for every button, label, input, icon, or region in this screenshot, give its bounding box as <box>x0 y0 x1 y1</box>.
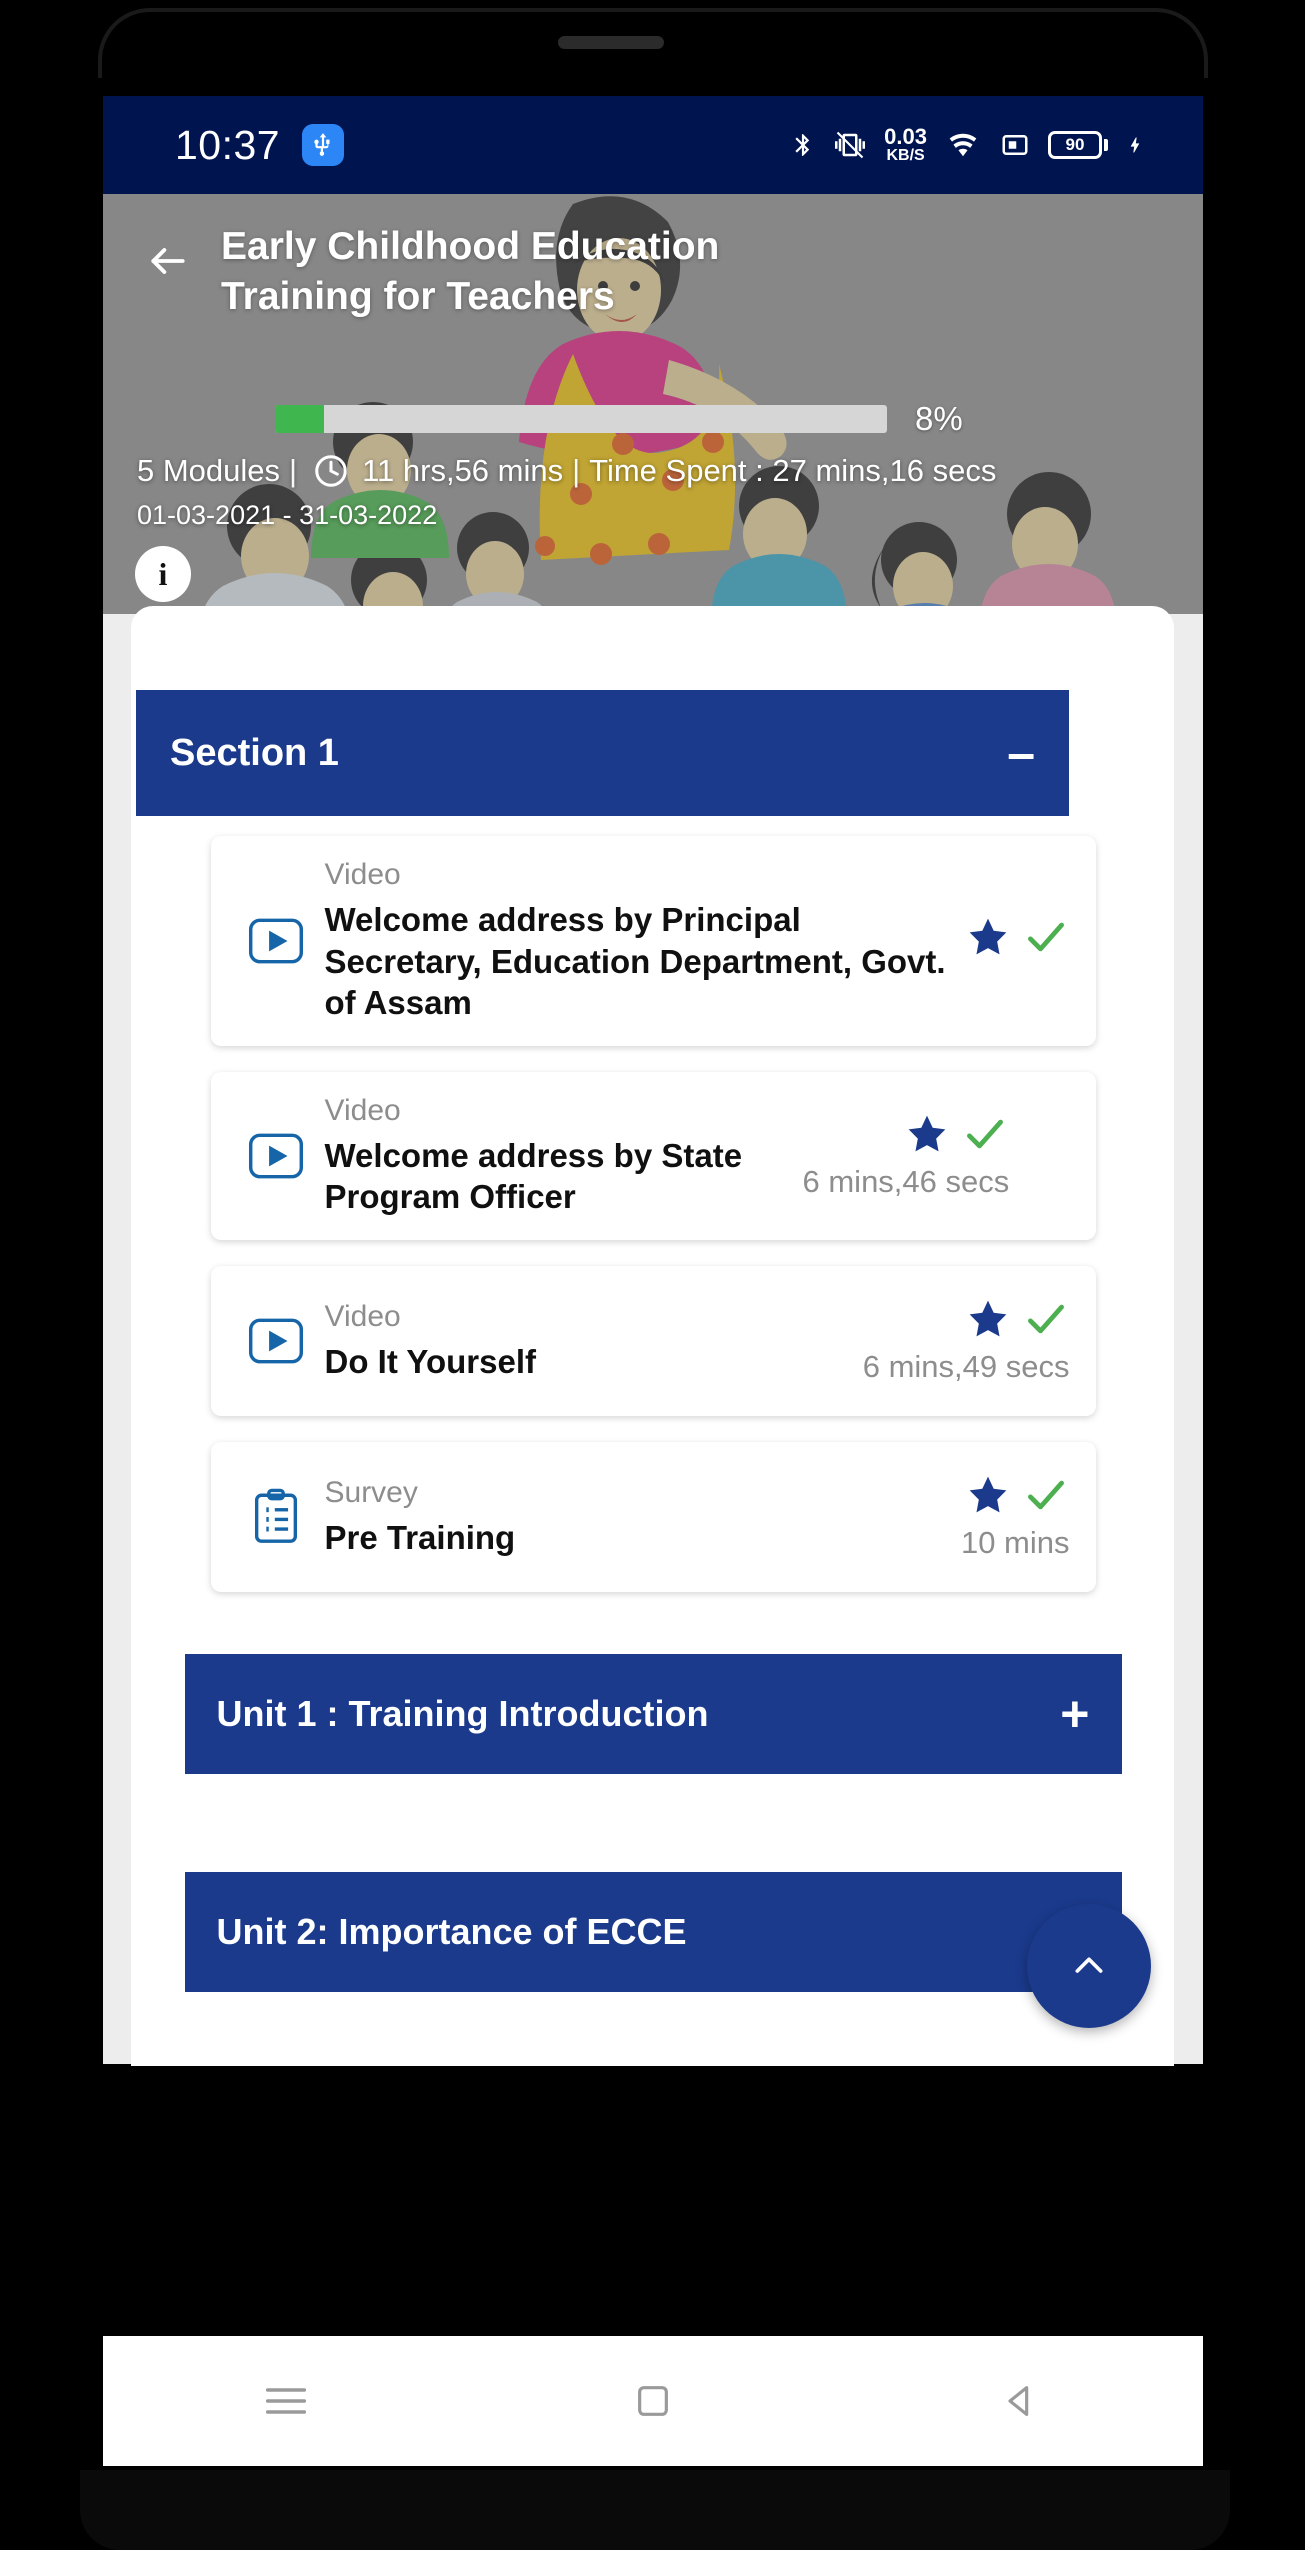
chevron-up-icon <box>1075 1957 1103 1973</box>
list-item-title: Do It Yourself <box>324 1342 536 1380</box>
progress-bar-fill <box>275 405 324 433</box>
hero-title-row: Early Childhood Education Training for T… <box>103 222 1203 321</box>
list-item-status <box>966 915 1070 967</box>
list-item-title: Welcome address by State Program Officer <box>324 1136 743 1216</box>
list-item-title: Pre Training <box>324 1518 516 1556</box>
star-icon[interactable] <box>966 1473 1010 1517</box>
list-item[interactable]: Video Welcome address by Principal Secre… <box>210 836 1096 1046</box>
section-collapse-icon[interactable]: – <box>1007 728 1035 778</box>
check-icon <box>1027 922 1064 952</box>
section-header[interactable]: Section 1 – <box>136 690 1069 816</box>
clock-icon <box>312 452 350 490</box>
menu-icon[interactable] <box>226 2356 346 2446</box>
unit-expand-icon[interactable]: + <box>1060 1689 1089 1739</box>
back-arrow-icon[interactable] <box>137 230 199 292</box>
back-triangle-icon[interactable] <box>960 2356 1080 2446</box>
progress-percent-label: 8% <box>915 400 963 437</box>
usb-icon <box>302 124 345 166</box>
bluetooth-icon <box>795 134 810 156</box>
page-title: Early Childhood Education Training for T… <box>221 225 720 318</box>
survey-clipboard-icon <box>233 1488 319 1546</box>
scroll-to-top-button[interactable] <box>1027 1904 1151 2028</box>
lesson-list: Video Welcome address by Principal Secre… <box>103 836 1203 2018</box>
wifi-icon <box>949 133 977 157</box>
charging-bolt-icon <box>1130 137 1140 153</box>
time-spent: Time Spent : 27 mins,16 secs <box>589 453 997 488</box>
video-play-icon <box>233 1318 319 1364</box>
list-item-status: 6 mins,49 secs <box>863 1297 1070 1385</box>
network-speed-unit: KB/S <box>886 147 925 165</box>
modules-count: 5 Modules <box>137 453 281 488</box>
unit-title: Unit 1 : Training Introduction <box>216 1692 709 1734</box>
battery-level: 90 <box>1048 130 1102 159</box>
status-marks <box>966 915 1070 959</box>
meta-separator-2: | <box>572 453 581 488</box>
network-speed-indicator: 0.03 KB/S <box>884 125 927 165</box>
video-play-icon <box>233 918 319 964</box>
list-item[interactable]: Survey Pre Training 10 mins <box>210 1441 1096 1592</box>
battery-indicator: 90 <box>1048 130 1108 159</box>
sim-card-icon <box>1002 134 1028 155</box>
list-item[interactable]: Video Do It Yourself 6 mins,49 secs <box>210 1265 1096 1416</box>
status-marks <box>966 1473 1070 1517</box>
progress-bar <box>275 405 887 433</box>
phone-screen: 10:37 0.03 KB/S 90 Early Childhood Educa… <box>103 96 1203 2466</box>
battery-tip <box>1104 138 1108 151</box>
list-item-kind: Video <box>324 1093 401 1127</box>
video-play-icon <box>233 1133 319 1179</box>
list-item-kind: Survey <box>324 1475 418 1509</box>
list-item-title: Welcome address by Principal Secretary, … <box>324 901 946 1022</box>
phone-device: 10:37 0.03 KB/S 90 Early Childhood Educa… <box>0 0 1305 2550</box>
list-item[interactable]: Video Welcome address by State Program O… <box>210 1071 1096 1240</box>
star-icon[interactable] <box>966 1297 1010 1341</box>
status-marks <box>966 1297 1070 1341</box>
course-hero-header: Early Childhood Education Training for T… <box>103 194 1203 614</box>
status-bar: 10:37 0.03 KB/S 90 <box>103 96 1203 194</box>
check-icon <box>1027 1480 1064 1510</box>
status-bar-icons: 0.03 KB/S 90 <box>790 125 1173 165</box>
course-progress-row: 8% <box>103 400 1203 438</box>
list-item-kind: Video <box>324 858 401 891</box>
check-icon <box>1027 1304 1064 1334</box>
phone-bezel-bottom <box>80 2470 1230 2550</box>
unit-header[interactable]: Unit 1 : Training Introduction + <box>184 1653 1122 1774</box>
meta-separator-1: | <box>289 453 298 488</box>
list-item-status: 10 mins <box>961 1473 1070 1561</box>
home-square-icon[interactable] <box>593 2356 713 2446</box>
network-speed-value: 0.03 <box>884 124 927 150</box>
list-item-text: Video Welcome address by State Program O… <box>319 1094 789 1218</box>
star-icon[interactable] <box>966 915 1010 959</box>
info-icon-label: i <box>158 555 168 592</box>
list-item-status: 6 mins,46 secs <box>802 1112 1010 1200</box>
status-bar-clock: 10:37 <box>175 121 281 168</box>
star-icon[interactable] <box>905 1112 949 1156</box>
list-item-kind: Video <box>324 1299 401 1333</box>
list-item-text: Survey Pre Training <box>319 1476 947 1559</box>
info-icon[interactable]: i <box>135 546 191 602</box>
unit-header[interactable]: Unit 2: Importance of ECCE + <box>184 1871 1122 1992</box>
course-meta-row: 5 Modules | 11 hrs,56 mins | Time Spent … <box>103 452 1203 490</box>
list-item-duration: 6 mins,46 secs <box>802 1163 1010 1199</box>
status-marks <box>905 1112 1009 1156</box>
list-item-duration: 6 mins,49 secs <box>862 1348 1070 1384</box>
android-navigation-bar <box>103 2336 1203 2466</box>
check-icon <box>967 1119 1004 1149</box>
unit-title: Unit 2: Importance of ECCE <box>216 1910 687 1952</box>
list-item-text: Video Do It Yourself <box>319 1300 849 1383</box>
earpiece-speaker <box>558 36 664 49</box>
course-duration: 11 hrs,56 mins <box>362 453 564 488</box>
vibrate-mute-icon <box>835 131 866 159</box>
list-item-duration: 10 mins <box>960 1524 1070 1560</box>
course-date-range: 01-03-2021 - 31-03-2022 <box>137 500 438 530</box>
list-item-text: Video Welcome address by Principal Secre… <box>319 858 952 1024</box>
section-header-title: Section 1 <box>170 731 339 774</box>
